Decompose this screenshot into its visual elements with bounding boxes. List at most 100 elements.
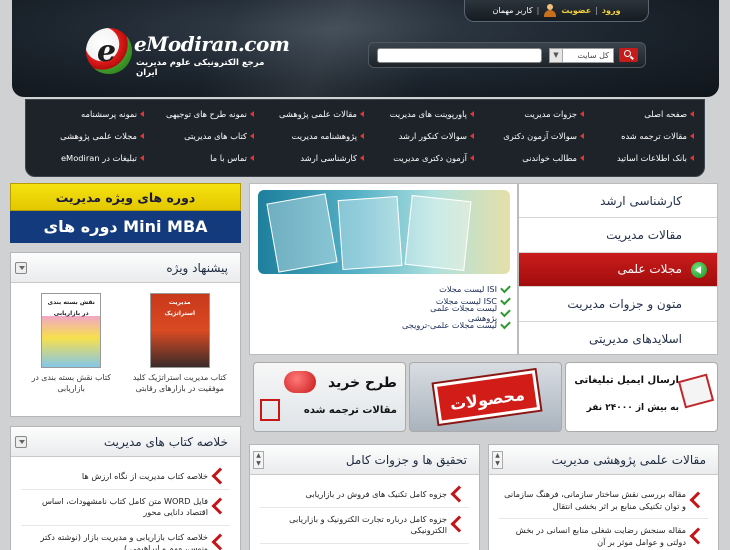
nav-item-label: صفحه اصلی <box>644 109 687 119</box>
category-item-journals[interactable]: مجلات علمی <box>519 252 717 288</box>
nav-item[interactable]: سوالات آزمون دکتری <box>474 129 584 143</box>
nav-item-label: مقالات علمی پژوهشی <box>279 109 357 119</box>
search-input[interactable] <box>377 48 542 63</box>
list-item[interactable]: جزوه کامل درباره تجارت الکترونیک و بازار… <box>260 508 469 544</box>
email-ad-banner[interactable]: ارسال ایمیل تبلیغاتی به بیش از ۲۴۰۰۰ نفر <box>565 362 718 432</box>
mini-mba-banner[interactable]: دوره های ویژه مدیریت دوره های Mini MBA <box>10 183 241 243</box>
banner-line-2: به بیش از ۲۴۰۰۰ نفر <box>586 403 679 413</box>
category-item-masters[interactable]: کارشناسی ارشد <box>519 184 717 219</box>
nav-item[interactable]: مجلات علمی پژوهشی <box>34 129 144 143</box>
journal-link-label: لیست مجلات علمی-ترویجی <box>401 320 497 330</box>
arrow-left-icon <box>691 261 707 278</box>
scroll-arrows-icon[interactable]: ▲ ▼ <box>253 451 264 469</box>
list-item[interactable]: فایل WORD متن کامل کتاب نامشهودات، اساس … <box>21 490 230 526</box>
brand-tagline: مرجع الکترونیکی علوم مدیریت ایران <box>136 58 265 78</box>
collapse-toggle-icon[interactable] <box>15 262 27 274</box>
nav-item[interactable]: صفحه اصلی <box>584 107 694 121</box>
nav-item[interactable]: کتاب های مدیریتی <box>144 129 254 143</box>
panel-title: مقالات علمی پژوهشی مدیریت <box>551 452 706 467</box>
journal-covers-image <box>258 190 510 274</box>
journal-links: لیست مجلات ISI لیست مجلات ISC لیست مجلات… <box>400 282 511 331</box>
nav-grid: صفحه اصلی جزوات مدیریت پاورپوینت های مدیری… <box>34 107 694 165</box>
site-header: ورود | عضویت | کاربر مهمان e eModiran.co… <box>12 0 719 97</box>
nav-item[interactable]: نمونه پرسشنامه <box>34 107 144 121</box>
nav-item-label: سوالات کنکور ارشد <box>398 131 467 141</box>
bullet-icon <box>250 111 254 117</box>
nav-item[interactable]: مقالات ترجمه شده <box>584 129 694 143</box>
list-item[interactable]: خلاصه کتاب بازاریابی و مدیریت بازار (نوش… <box>21 526 230 550</box>
bullet-icon <box>690 155 694 161</box>
bullet-icon <box>250 133 254 139</box>
register-link[interactable]: عضویت <box>561 6 591 15</box>
nav-item-label: نمونه پرسشنامه <box>81 109 137 119</box>
login-link[interactable]: ورود <box>602 6 621 15</box>
book-title: کتاب مدیریت استراتژیک کلید موفقیت در باز… <box>132 373 227 393</box>
journal-link[interactable]: لیست مجلات علمی-ترویجی <box>400 318 511 331</box>
book-item[interactable]: مدیریت استراتژیک کتاب مدیریت استراتژیک ک… <box>130 293 230 394</box>
nav-item[interactable]: آزمون دکتری مدیریت <box>364 151 474 165</box>
journal-link-label: لیست مجلات ISI <box>439 284 497 294</box>
banner-line-1: طرح خرید <box>327 375 397 391</box>
nav-item-label: پاورپوینت های مدیریت <box>389 109 467 119</box>
bullet-icon <box>360 111 364 117</box>
nav-item[interactable]: پژوهشنامه مدیریت <box>254 129 364 143</box>
journal-link[interactable]: لیست مجلات ISI <box>400 282 511 295</box>
nav-item-label: کارشناسی ارشد <box>300 153 357 163</box>
category-item-articles[interactable]: مقالات مدیریت <box>519 218 717 253</box>
collapse-toggle-icon[interactable] <box>15 436 27 448</box>
book-cover: نقش بسته بندی در بازاریابی <box>41 293 102 368</box>
nav-item[interactable]: مقالات علمی پژوهشی <box>254 107 364 121</box>
check-icon <box>500 282 511 293</box>
search-scope-select[interactable]: ▼ کل سایت <box>549 48 614 63</box>
checkbox-icon <box>260 399 280 421</box>
bullet-icon <box>580 155 584 161</box>
nav-item[interactable]: سوالات کنکور ارشد <box>364 129 474 143</box>
book-item[interactable]: نقش بسته بندی در بازاریابی کتاب نقش بسته… <box>21 293 121 394</box>
list-item[interactable]: جزوه کامل تکنیک های فروش در بازاریابی <box>260 483 469 508</box>
scroll-arrows-icon[interactable]: ▲ ▼ <box>492 451 503 469</box>
nav-item-label: مطالب خواندنی <box>522 153 577 163</box>
main-nav: صفحه اصلی جزوات مدیریت پاورپوینت های مدیری… <box>25 99 705 177</box>
nav-item[interactable]: کارشناسی ارشد <box>254 151 364 165</box>
articles-panel: ▲ ▼ مقالات علمی پژوهشی مدیریت مقاله بررسی… <box>488 444 719 550</box>
panel-header: پیشنهاد ویژه <box>11 253 240 283</box>
nav-item[interactable]: بانک اطلاعات اساتید <box>584 151 694 165</box>
list-item[interactable]: خلاصه کتاب مدیریت از نگاه ارزش ها <box>21 465 230 490</box>
category-label: مجلات علمی <box>617 262 682 277</box>
nav-item[interactable]: تماس با ما <box>144 151 254 165</box>
journal-link[interactable]: لیست مجلات علمی پژوهشی <box>400 303 511 323</box>
nav-item[interactable]: نمونه طرح های توجیهی <box>144 107 254 121</box>
category-item-slides[interactable]: اسلایدهای مدیریتی <box>519 322 717 356</box>
nav-item-label: مقالات ترجمه شده <box>621 131 687 141</box>
products-banner[interactable]: محصولات <box>409 362 562 432</box>
translated-articles-banner[interactable]: طرح خرید مقالات ترجمه شده <box>253 362 406 432</box>
site-logo[interactable]: e eModiran.com مرجع الکترونیکی علوم مدیر… <box>86 26 290 78</box>
list-item[interactable]: مقاله بررسی نقش ساختار سازمانی، فرهنگ سا… <box>499 483 708 519</box>
category-item-texts[interactable]: متون و جزوات مدیریت <box>519 287 717 322</box>
bullet-icon <box>360 133 364 139</box>
research-list: جزوه کامل تکنیک های فروش در بازاریابی جز… <box>250 475 479 544</box>
category-menu: کارشناسی ارشد مقالات مدیریت مجلات علمی م… <box>518 183 718 355</box>
category-label: اسلایدهای مدیریتی <box>588 331 682 346</box>
category-label: متون و جزوات مدیریت <box>567 296 682 311</box>
ad-line-1: دوره های ویژه مدیریت <box>10 183 241 211</box>
list-item[interactable]: مقاله سنجش رضایت شغلی منابع انسانی در بخ… <box>499 519 708 550</box>
nav-item[interactable]: پاورپوینت های مدیریت <box>364 107 474 121</box>
nav-item-label: سوالات آزمون دکتری <box>503 131 577 141</box>
bullet-icon <box>360 155 364 161</box>
bullet-icon <box>140 111 144 117</box>
banner-line-1: ارسال ایمیل تبلیغاتی <box>574 375 679 386</box>
nav-item[interactable]: جزوات مدیریت <box>474 107 584 121</box>
book-list: مدیریت استراتژیک کتاب مدیریت استراتژیک ک… <box>11 283 240 394</box>
nav-item[interactable]: تبلیغات در eModiran <box>34 151 144 165</box>
bullet-icon <box>580 133 584 139</box>
bullet-icon <box>470 155 474 161</box>
nav-item-label: پژوهشنامه مدیریت <box>291 131 357 141</box>
nav-item[interactable]: مطالب خواندنی <box>474 151 584 165</box>
search-icon[interactable] <box>619 48 638 62</box>
pill-icon <box>284 371 316 393</box>
book-title: کتاب نقش بسته بندی در بازاریابی <box>31 373 111 393</box>
bullet-icon <box>580 111 584 117</box>
bullet-icon <box>250 155 254 161</box>
panel-header: ▲ ▼ مقالات علمی پژوهشی مدیریت <box>489 445 718 475</box>
